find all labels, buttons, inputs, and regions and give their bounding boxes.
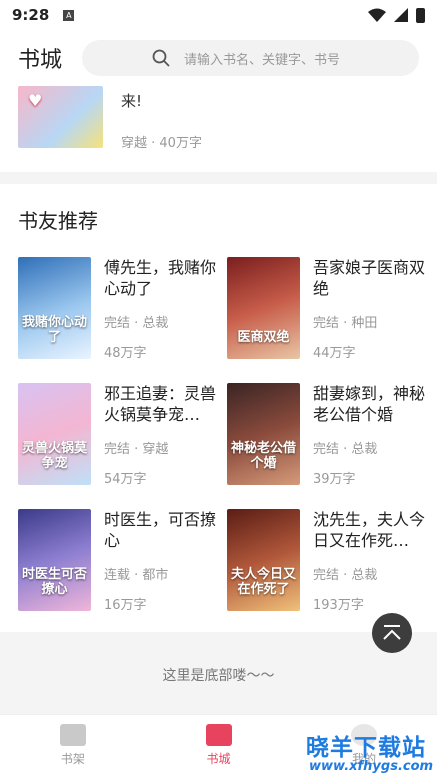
battery-icon bbox=[416, 7, 425, 23]
book-title[interactable]: 傅先生，我赌你心动了 bbox=[104, 257, 222, 299]
watermark-text: 晓羊下载站 bbox=[306, 735, 426, 761]
book-cover[interactable]: 灵兽火锅莫争宠 bbox=[18, 383, 91, 485]
book-tags: 完结 · 穿越 bbox=[104, 442, 169, 457]
book-title[interactable]: 沈先生，夫人今日又在作死… bbox=[313, 509, 431, 551]
book-cover[interactable]: 时医生可否撩心 bbox=[18, 509, 91, 611]
bookshelf-icon bbox=[59, 724, 86, 746]
search-placeholder: 请输入书名、关键字、书号 bbox=[184, 52, 341, 68]
book-tags: 完结 · 总裁 bbox=[313, 442, 378, 457]
tab-label: 书架 bbox=[60, 752, 85, 766]
book-title[interactable]: 时医生，可否撩心 bbox=[104, 509, 222, 551]
book-tags: 完结 · 总裁 bbox=[313, 568, 378, 583]
book-word-count: 193万字 bbox=[313, 598, 364, 613]
book-tags: 连载 · 都市 bbox=[104, 568, 169, 583]
book-card[interactable]: 灵兽火锅莫争宠 邪王追妻：灵兽火锅莫争宠… 完结 · 穿越 54万字 bbox=[18, 383, 218, 487]
book-open-icon bbox=[205, 724, 232, 746]
book-card[interactable]: 我赌你心动了 傅先生，我赌你心动了 完结 · 总裁 48万字 bbox=[18, 257, 218, 361]
top-book-cover[interactable]: ♥ bbox=[18, 86, 103, 148]
book-card[interactable]: 神秘老公借个婚 甜妻嫁到，神秘老公借个婚 完结 · 总裁 39万字 bbox=[227, 383, 427, 487]
status-bar: 9:28 A bbox=[0, 0, 437, 30]
watermark-url: www.xfhygs.com bbox=[309, 759, 434, 774]
book-card[interactable]: 时医生可否撩心 时医生，可否撩心 连载 · 都市 16万字 bbox=[18, 509, 218, 613]
status-time: 9:28 bbox=[12, 6, 50, 24]
book-card[interactable]: 医商双绝 吾家娘子医商双绝 完结 · 种田 44万字 bbox=[227, 257, 427, 361]
book-title[interactable]: 邪王追妻：灵兽火锅莫争宠… bbox=[104, 383, 222, 425]
book-title[interactable]: 甜妻嫁到，神秘老公借个婚 bbox=[313, 383, 431, 425]
status-icons bbox=[368, 7, 425, 23]
back-to-top-button[interactable] bbox=[372, 613, 412, 653]
section-title: 书友推荐 bbox=[18, 209, 98, 233]
notification-a-icon: A bbox=[63, 9, 75, 21]
book-word-count: 44万字 bbox=[313, 346, 356, 361]
book-tags: 完结 · 总裁 bbox=[104, 316, 169, 331]
search-input[interactable]: 请输入书名、关键字、书号 bbox=[82, 40, 419, 76]
content-area[interactable]: ♥ 来! 穿越 · 40万字 书友推荐 我赌你心动了 傅先生，我赌你心动了 完结… bbox=[0, 86, 437, 714]
book-word-count: 39万字 bbox=[313, 472, 356, 487]
arrow-up-icon bbox=[383, 625, 401, 640]
search-icon bbox=[152, 49, 170, 67]
book-word-count: 16万字 bbox=[104, 598, 147, 613]
book-word-count: 48万字 bbox=[104, 346, 147, 361]
book-tags: 完结 · 种田 bbox=[313, 316, 378, 331]
top-book-desc: 来! bbox=[121, 92, 143, 110]
tab-bookstore[interactable]: 书城 bbox=[146, 715, 292, 776]
tab-bookshelf[interactable]: 书架 bbox=[0, 715, 146, 776]
recommend-section: 书友推荐 我赌你心动了 傅先生，我赌你心动了 完结 · 总裁 48万字 医商双绝… bbox=[0, 184, 437, 632]
tab-label: 书城 bbox=[206, 752, 231, 766]
book-cover[interactable]: 神秘老公借个婚 bbox=[227, 383, 300, 485]
book-cover[interactable]: 医商双绝 bbox=[227, 257, 300, 359]
page-title: 书城 bbox=[18, 48, 63, 73]
top-book-card[interactable]: ♥ 来! 穿越 · 40万字 bbox=[0, 86, 437, 172]
top-book-meta: 穿越 · 40万字 bbox=[121, 136, 202, 151]
signal-icon bbox=[394, 8, 408, 22]
watermark-logo: 晓羊下载站 www.xfhygs.com bbox=[306, 728, 437, 776]
end-of-list-note: 这里是底部喽～～ bbox=[162, 668, 275, 684]
book-card[interactable]: 夫人今日又在作死了 沈先生，夫人今日又在作死… 完结 · 总裁 193万字 bbox=[227, 509, 427, 613]
book-title[interactable]: 吾家娘子医商双绝 bbox=[313, 257, 431, 299]
book-word-count: 54万字 bbox=[104, 472, 147, 487]
header: 书城 请输入书名、关键字、书号 bbox=[0, 30, 437, 86]
book-cover[interactable]: 我赌你心动了 bbox=[18, 257, 91, 359]
wifi-icon bbox=[368, 8, 386, 22]
book-cover[interactable]: 夫人今日又在作死了 bbox=[227, 509, 300, 611]
